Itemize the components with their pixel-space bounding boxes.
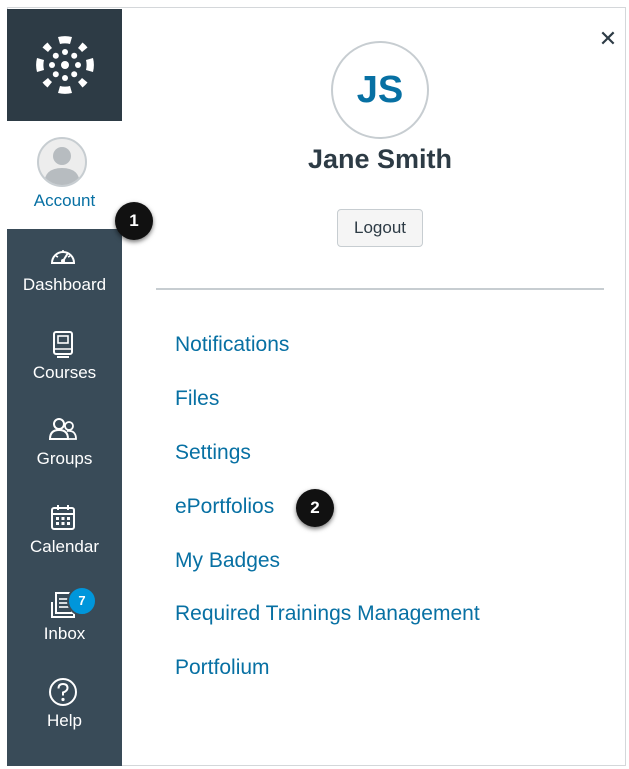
- logout-button[interactable]: Logout: [337, 209, 423, 247]
- canvas-logo-icon: [35, 36, 94, 94]
- nav-item-courses[interactable]: Courses: [7, 325, 122, 411]
- nav-item-label: Groups: [36, 449, 93, 468]
- link-files[interactable]: Files: [175, 387, 219, 411]
- unread-count-badge: 7: [67, 586, 97, 616]
- global-navigation: Account Dashboard Courses Groups Calenda…: [7, 9, 122, 766]
- close-icon[interactable]: ✕: [598, 27, 618, 51]
- profile-avatar: JS: [331, 41, 429, 139]
- account-tray: ✕ JS Jane Smith Logout Notifications Fil…: [122, 9, 626, 766]
- nav-item-label: Dashboard: [22, 275, 107, 294]
- nav-item-groups[interactable]: Groups: [7, 411, 122, 497]
- nav-item-calendar[interactable]: Calendar: [7, 499, 122, 585]
- users-icon: [48, 418, 77, 440]
- divider: [156, 288, 604, 290]
- nav-item-label: Account: [33, 191, 96, 210]
- link-portfolium[interactable]: Portfolium: [175, 656, 270, 680]
- link-required-trainings-management[interactable]: Required Trainings Management: [175, 602, 480, 626]
- callout-marker: 1: [115, 202, 153, 240]
- nav-item-label: Help: [47, 711, 82, 730]
- link-eportfolios[interactable]: ePortfolios: [175, 495, 274, 519]
- nav-item-label: Inbox: [43, 624, 86, 643]
- nav-item-account[interactable]: Account: [7, 121, 122, 229]
- link-settings[interactable]: Settings: [175, 441, 251, 465]
- book-icon: [53, 331, 73, 358]
- dashboard-gauge-icon: [50, 250, 76, 264]
- help-question-icon: [49, 678, 77, 706]
- nav-item-label: Calendar: [30, 537, 99, 556]
- user-name: Jane Smith: [307, 144, 453, 174]
- callout-marker: 2: [296, 489, 334, 527]
- nav-item-help[interactable]: Help: [7, 673, 122, 759]
- logo-link[interactable]: [7, 9, 122, 121]
- nav-item-inbox[interactable]: 7 Inbox: [7, 586, 122, 672]
- user-avatar-icon: [37, 137, 87, 187]
- nav-item-label: Courses: [32, 363, 97, 382]
- link-notifications[interactable]: Notifications: [175, 333, 289, 357]
- nav-item-dashboard[interactable]: Dashboard: [7, 237, 122, 323]
- link-my-badges[interactable]: My Badges: [175, 549, 280, 573]
- calendar-icon: [51, 505, 75, 530]
